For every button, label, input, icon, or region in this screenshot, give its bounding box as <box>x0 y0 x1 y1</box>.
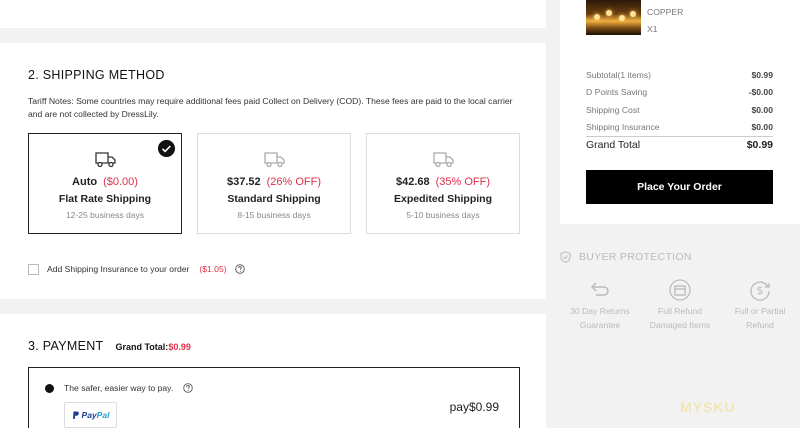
summary-row-points: D Points Saving -$0.00 <box>586 87 773 97</box>
summary-row-grand-total: Grand Total $0.99 <box>586 139 773 151</box>
summary-row-shipping-cost: Shipping Cost $0.00 <box>586 105 773 115</box>
return-arrow-icon <box>590 282 609 296</box>
protection-partial-refund: $ Full or Partial Refund <box>720 278 800 332</box>
watermark-logo: MYSKU <box>680 399 736 415</box>
order-summary-panel: COPPER X1 Subtotal(1 items) $0.99 D Point… <box>560 0 800 224</box>
selected-check-icon <box>158 140 175 157</box>
protection-returns: 30 Day Returns Guarantee <box>560 278 640 332</box>
shipping-option-discount: (26% OFF) <box>266 176 322 188</box>
shipping-option-expedited[interactable]: $42.68 (35% OFF) Expedited Shipping 5-10 … <box>366 133 520 234</box>
tariff-notes: Tariff Notes: Some countries may require… <box>28 96 513 119</box>
product-name: COPPER <box>647 7 684 17</box>
shipping-option-price: $37.52 (26% OFF) <box>226 176 322 188</box>
shipping-method-section: 2. SHIPPING METHOD Tariff Notes: Some co… <box>0 43 546 299</box>
shipping-option-flat-rate[interactable]: Auto ($0.00) Flat Rate Shipping 12-25 bus… <box>28 133 182 234</box>
previous-section-panel <box>0 0 546 28</box>
shipping-option-name: Standard Shipping <box>227 193 321 205</box>
paypal-p-icon <box>72 411 79 419</box>
truck-icon <box>433 152 454 168</box>
buyer-protection-title: BUYER PROTECTION <box>560 251 692 263</box>
product-thumbnail[interactable] <box>586 0 641 35</box>
truck-icon <box>264 152 285 168</box>
payment-radio-selected[interactable] <box>45 384 54 393</box>
shipping-option-days: 8-15 business days <box>237 210 311 220</box>
place-order-button[interactable]: Place Your Order <box>586 170 773 204</box>
summary-row-subtotal: Subtotal(1 items) $0.99 <box>586 70 773 80</box>
shipping-option-name: Flat Rate Shipping <box>58 193 152 205</box>
summary-divider <box>586 136 773 137</box>
shipping-insurance-price: ($1.05) <box>199 264 227 274</box>
payment-grand-total: Grand Total:$0.99 <box>115 342 191 352</box>
package-icon <box>669 279 691 301</box>
shipping-option-discount: ($0.00) <box>103 176 138 188</box>
paypal-tagline: The safer, easier way to pay. <box>64 383 193 393</box>
shipping-option-days: 12-25 business days <box>66 210 144 220</box>
shield-icon <box>560 251 571 263</box>
shipping-option-name: Expedited Shipping <box>393 193 492 205</box>
shipping-option-discount: (35% OFF) <box>435 176 491 188</box>
protection-full-refund: Full Refund Damaged Items <box>640 278 720 332</box>
payment-section: 3. PAYMENT Grand Total:$0.99 The safer, … <box>0 314 546 428</box>
summary-row-shipping-insurance: Shipping Insurance $0.00 <box>586 122 773 132</box>
shipping-insurance-row: Add Shipping Insurance to your order ($1… <box>28 262 245 276</box>
payment-amount: pay$0.99 <box>449 400 499 414</box>
truck-icon <box>95 152 116 168</box>
product-quantity: X1 <box>647 24 658 34</box>
paypal-payment-option[interactable]: The safer, easier way to pay. Pay Pal pay… <box>28 367 520 428</box>
svg-text:$: $ <box>757 284 764 297</box>
shipping-option-standard[interactable]: $37.52 (26% OFF) Standard Shipping 8-15 b… <box>197 133 351 234</box>
payment-title: 3. PAYMENT <box>28 339 104 353</box>
shipping-insurance-checkbox[interactable] <box>28 263 39 275</box>
help-icon[interactable] <box>183 383 193 393</box>
shipping-option-days: 5-10 business days <box>406 210 480 220</box>
shipping-option-price: $42.68 (35% OFF) <box>395 176 491 188</box>
help-icon[interactable] <box>234 264 245 274</box>
paypal-logo: Pay Pal <box>64 402 117 428</box>
dollar-refund-icon: $ <box>750 281 770 301</box>
shipping-method-title: 2. SHIPPING METHOD <box>28 68 165 82</box>
shipping-insurance-label: Add Shipping Insurance to your order <box>47 264 190 274</box>
shipping-option-price: Auto ($0.00) <box>72 176 138 188</box>
